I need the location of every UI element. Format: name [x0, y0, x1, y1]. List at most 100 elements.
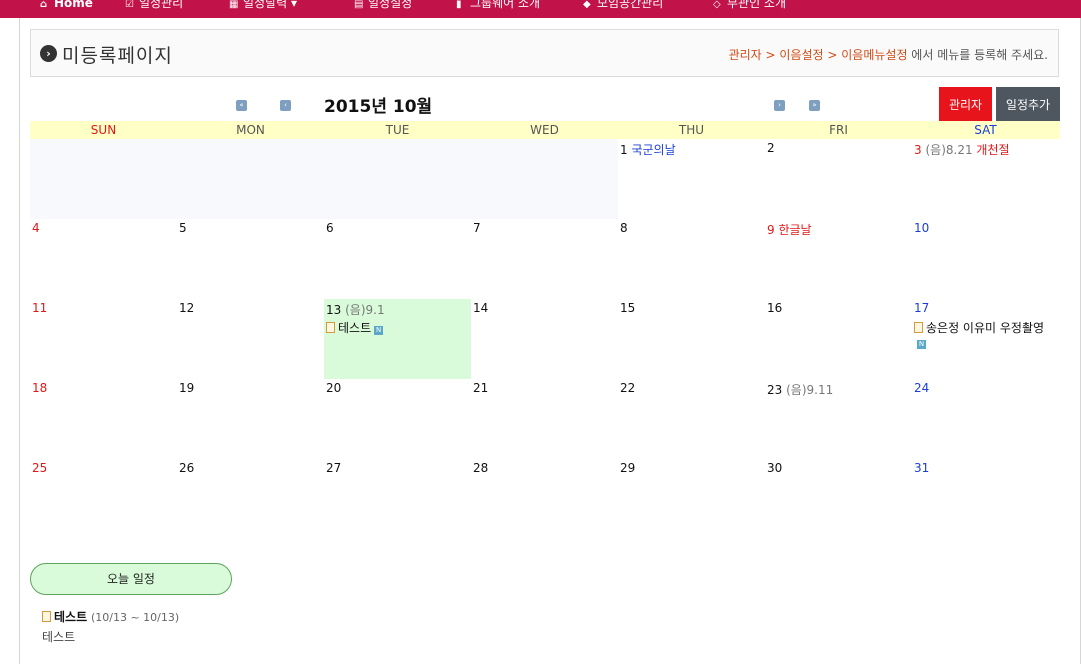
top-nav-bar: ⌂ Home ☑ 일정관리 ▦ 일정달력 ▾ ▤ 일정설정 ▮ 그룹웨어 소개 ◆ 모임공간… — [0, 0, 1081, 18]
admin-button[interactable]: 관리자 — [939, 87, 992, 121]
day-number: 27 — [326, 461, 342, 475]
day-cell[interactable]: 15 — [618, 299, 765, 379]
day-cell[interactable]: 5 — [177, 219, 324, 299]
calendar-event[interactable]: 송은정 이유미 우정촬영 — [914, 319, 1044, 336]
today-schedule-button[interactable]: 오늘 일정 — [30, 563, 232, 595]
weekday-tue: TUE — [385, 123, 410, 137]
day-cell[interactable]: 21 — [471, 379, 618, 459]
today-event-range: (10/13 ~ 10/13) — [90, 611, 180, 624]
day-cell[interactable]: 23 (음)9.11 — [765, 379, 912, 459]
day-number: 16 — [767, 301, 783, 315]
weekday-thu: THU — [678, 123, 705, 137]
day-number: 18 — [32, 381, 48, 395]
notice-text: 에서 메뉴를 등록해 주세요. — [907, 48, 1048, 62]
event-title: 테스트 — [338, 321, 372, 335]
day-cell[interactable]: 14 — [471, 299, 618, 379]
day-number: 19 — [179, 381, 195, 395]
nav-item-intro[interactable]: ◇ 부관인 소개 — [713, 0, 786, 12]
day-number: 31 — [914, 461, 930, 475]
day-cell[interactable]: 12 — [177, 299, 324, 379]
day-number: 28 — [473, 461, 489, 475]
day-cell[interactable]: 19 — [177, 379, 324, 459]
diamond-icon: ◇ — [713, 0, 721, 10]
lunar-date: (음)8.21 — [925, 143, 973, 157]
day-cell[interactable]: 28 — [471, 459, 618, 539]
calendar-event[interactable]: 테스트 N — [326, 319, 384, 336]
day-cell[interactable]: 29 — [618, 459, 765, 539]
chevron-right-icon: › — [40, 45, 57, 62]
calendar-header: « ‹ 2015년 10월 › » 관리자 일정추가 — [30, 87, 1060, 121]
prev-month-button[interactable]: ‹ — [280, 100, 291, 111]
admin-menu-link[interactable]: 관리자 > 이음설정 > 이음메뉴설정 — [729, 48, 908, 62]
nav-item-home[interactable]: ⌂ Home — [40, 0, 93, 12]
prev-year-button[interactable]: « — [236, 100, 247, 111]
day-cell[interactable]: 2 — [765, 139, 912, 219]
day-number: 21 — [473, 381, 489, 395]
day-number: 5 — [179, 221, 187, 235]
lunar-date: (음)9.11 — [786, 383, 834, 397]
document-icon — [42, 611, 51, 622]
day-number: 20 — [326, 381, 342, 395]
day-cell[interactable]: 6 — [324, 219, 471, 299]
day-number: 11 — [32, 301, 48, 315]
holiday-name: 국군의날 — [631, 143, 676, 157]
bookmark-icon: ▮ — [456, 0, 462, 10]
day-cell[interactable]: 20 — [324, 379, 471, 459]
day-cell[interactable]: 26 — [177, 459, 324, 539]
add-schedule-button[interactable]: 일정추가 — [996, 87, 1060, 121]
day-cell[interactable]: 9 한글날 — [765, 219, 912, 299]
holiday-name: 개천절 — [976, 143, 1010, 157]
nav-item-groupware-intro[interactable]: ▮ 그룹웨어 소개 — [456, 0, 540, 12]
nav-item-schedule-settings[interactable]: ▤ 일정설정 — [354, 0, 412, 12]
page-header: › 미등록페이지 관리자 > 이음설정 > 이음메뉴설정 에서 메뉴를 등록해 … — [30, 29, 1059, 77]
day-cell[interactable]: 16 — [765, 299, 912, 379]
today-event-title: 테스트 — [54, 610, 88, 624]
day-cell[interactable]: 3 (음)8.21 개천절 — [912, 139, 1059, 219]
day-number: 13 — [326, 303, 342, 317]
day-cell[interactable]: 1 국군의날 — [618, 139, 765, 219]
day-number: 24 — [914, 381, 930, 395]
next-year-button[interactable]: » — [809, 100, 820, 111]
day-cell-today[interactable]: 13 (음)9.1 테스트 N — [324, 299, 471, 379]
weekday-header: SUN MON TUE WED THU FRI SAT — [30, 121, 1060, 139]
day-cell[interactable]: 22 — [618, 379, 765, 459]
next-month-button[interactable]: › — [774, 100, 785, 111]
today-event-list: 테스트 (10/13 ~ 10/13) 테스트 — [42, 608, 179, 645]
car-icon: ◆ — [583, 0, 591, 10]
day-number: 7 — [473, 221, 481, 235]
home-icon: ⌂ — [40, 0, 48, 10]
new-badge-icon: N — [374, 326, 384, 335]
lunar-date: (음)9.1 — [345, 303, 385, 317]
day-cell[interactable]: 27 — [324, 459, 471, 539]
day-cell[interactable]: 4 — [30, 219, 177, 299]
day-cell[interactable]: 25 — [30, 459, 177, 539]
weekday-fri: FRI — [829, 123, 848, 137]
nav-item-meeting-space[interactable]: ◆ 모임공간관리 — [583, 0, 663, 12]
day-number: 22 — [620, 381, 636, 395]
day-cell[interactable]: 31 — [912, 459, 1059, 539]
day-cell[interactable]: 18 — [30, 379, 177, 459]
blank-cell — [30, 139, 618, 219]
day-number: 8 — [620, 221, 628, 235]
day-number: 15 — [620, 301, 636, 315]
calendar-icon: ▦ — [229, 0, 239, 10]
day-cell[interactable]: 7 — [471, 219, 618, 299]
day-cell[interactable]: 30 — [765, 459, 912, 539]
day-cell[interactable]: 17 송은정 이유미 우정촬영 N — [912, 299, 1059, 379]
day-number: 3 — [914, 143, 922, 157]
document-icon — [326, 322, 335, 333]
weekday-sun: SUN — [90, 123, 117, 137]
nav-item-schedule-manage[interactable]: ☑ 일정관리 — [125, 0, 183, 12]
day-cell[interactable]: 11 — [30, 299, 177, 379]
day-number: 29 — [620, 461, 636, 475]
day-cell[interactable]: 10 — [912, 219, 1059, 299]
day-number: 26 — [179, 461, 195, 475]
day-number: 12 — [179, 301, 195, 315]
today-event[interactable]: 테스트 (10/13 ~ 10/13) — [42, 608, 179, 625]
nav-item-schedule-calendar[interactable]: ▦ 일정달력 ▾ — [229, 0, 297, 12]
day-cell[interactable]: 8 — [618, 219, 765, 299]
day-cell[interactable]: 24 — [912, 379, 1059, 459]
event-title: 송은정 이유미 우정촬영 — [926, 321, 1045, 335]
day-number: 14 — [473, 301, 489, 315]
new-badge-icon: N — [917, 340, 926, 349]
